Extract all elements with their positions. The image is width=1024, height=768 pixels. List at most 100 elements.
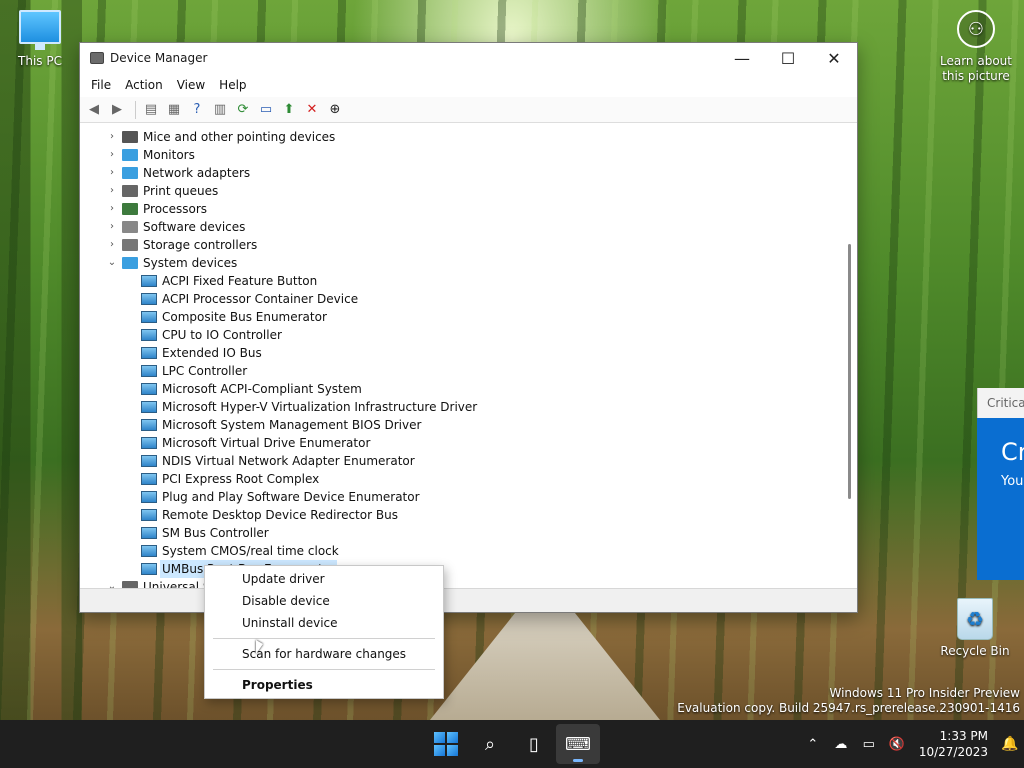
device-category-icon — [122, 221, 138, 233]
chevron-up-icon[interactable]: ⌃ — [799, 737, 827, 752]
tree-device-row[interactable]: LPC Controller — [80, 362, 840, 380]
tree-device-row[interactable]: Remote Desktop Device Redirector Bus — [80, 506, 840, 524]
search-button[interactable]: ⌕ — [468, 724, 512, 764]
tree-device-row[interactable]: NDIS Virtual Network Adapter Enumerator — [80, 452, 840, 470]
system-device-icon — [141, 563, 157, 575]
taskbar-clock[interactable]: 1:33 PM 10/27/2023 — [919, 728, 988, 760]
notification-bell-icon[interactable]: 🔔 — [996, 736, 1024, 752]
tree-category-row[interactable]: › Print queues — [80, 182, 840, 200]
tree-category-row[interactable]: › Software devices — [80, 218, 840, 236]
chevron-right-icon[interactable]: › — [106, 236, 118, 254]
device-manager-window[interactable]: Device Manager — ☐ ✕ File Action View He… — [79, 42, 858, 613]
start-button[interactable] — [424, 724, 468, 764]
toolbar-separator — [135, 100, 136, 119]
volume-icon[interactable]: 🔇 — [883, 737, 911, 752]
tree-device-row[interactable]: Composite Bus Enumerator — [80, 308, 840, 326]
help-icon[interactable]: ? — [187, 100, 207, 120]
menu-uninstall-device[interactable]: Uninstall device — [205, 612, 443, 634]
menu-action[interactable]: Action — [118, 76, 170, 94]
tree-category-row[interactable]: ⌄ System devices — [80, 254, 840, 272]
document-icon: ▯ — [529, 733, 539, 755]
tree-device-row[interactable]: Plug and Play Software Device Enumerator — [80, 488, 840, 506]
device-category-icon — [122, 149, 138, 161]
monitor-icon — [19, 10, 61, 50]
maximize-button[interactable]: ☐ — [765, 43, 811, 73]
tree-device-row[interactable]: UMBus Root Bus Enumerator — [80, 560, 840, 578]
tree-device-row[interactable]: ACPI Fixed Feature Button — [80, 272, 840, 290]
forward-arrow-icon[interactable]: ▶ — [107, 100, 127, 120]
critical-popup-body: Cr You — [977, 418, 1024, 580]
scan-hardware-icon[interactable]: ⟳ — [233, 100, 253, 120]
tree-category-row[interactable]: › Mice and other pointing devices — [80, 128, 840, 146]
menu-file[interactable]: File — [84, 76, 118, 94]
device-tree[interactable]: › Mice and other pointing devices › Monitor… — [80, 124, 857, 589]
system-device-icon — [141, 365, 157, 377]
clock-date: 10/27/2023 — [918, 745, 988, 759]
evaluation-watermark: Windows 11 Pro Insider Preview Evaluatio… — [677, 686, 1020, 716]
cloud-icon[interactable]: ☁ — [827, 737, 855, 752]
menu-disable-device[interactable]: Disable device — [205, 590, 443, 612]
system-device-icon — [141, 293, 157, 305]
learn-about-picture[interactable]: ⚇ Learn about this picture — [936, 10, 1016, 84]
tree-device-row[interactable]: PCI Express Root Complex — [80, 470, 840, 488]
chevron-right-icon[interactable]: › — [106, 128, 118, 146]
menu-help[interactable]: Help — [212, 76, 253, 94]
desktop-icon-recycle-bin[interactable]: ♻ Recycle Bin — [937, 598, 1013, 658]
tree-device-label: Composite Bus Enumerator — [162, 310, 327, 324]
tree-device-row[interactable]: Microsoft Virtual Drive Enumerator — [80, 434, 840, 452]
toolbar: ◀ ▶ ▤ ▦ ? ▥ ⟳ ▭ ⬆ ✕ ⊕ — [80, 97, 857, 123]
critical-popup-header: Critical — [977, 388, 1024, 418]
update-driver-icon[interactable]: ⬆ — [279, 100, 299, 120]
tree-device-label: ACPI Fixed Feature Button — [162, 274, 318, 288]
tree-device-row[interactable]: CPU to IO Controller — [80, 326, 840, 344]
minimize-button[interactable]: — — [719, 43, 765, 73]
critical-popup[interactable]: Critical Cr You — [977, 388, 1024, 580]
chevron-right-icon[interactable]: › — [106, 182, 118, 200]
computer-icon[interactable]: ▭ — [256, 100, 276, 120]
desktop-icon-this-pc[interactable]: This PC — [2, 10, 78, 68]
chevron-right-icon[interactable]: › — [106, 200, 118, 218]
device-manager-icon — [90, 52, 104, 64]
show-hide-console-tree-icon[interactable]: ▤ — [141, 100, 161, 120]
tree-category-label: Mice and other pointing devices — [143, 130, 336, 144]
chevron-right-icon[interactable]: › — [106, 146, 118, 164]
tree-device-label: Extended IO Bus — [162, 346, 262, 360]
notepad-button[interactable]: ▯ — [512, 724, 556, 764]
tree-device-row[interactable]: Microsoft Hyper-V Virtualization Infrast… — [80, 398, 840, 416]
device-manager-taskbar-button[interactable]: ⌨ — [556, 724, 600, 764]
tree-device-label: LPC Controller — [162, 364, 248, 378]
tree-device-row[interactable]: ACPI Processor Container Device — [80, 290, 840, 308]
tree-device-row[interactable]: System CMOS/real time clock — [80, 542, 840, 560]
network-icon[interactable]: ▭ — [855, 737, 883, 752]
chevron-right-icon[interactable]: › — [106, 218, 118, 236]
tree-category-row[interactable]: › Monitors — [80, 146, 840, 164]
tree-device-row[interactable]: SM Bus Controller — [80, 524, 840, 542]
vertical-scrollbar[interactable] — [848, 244, 851, 499]
tree-device-row[interactable]: Extended IO Bus — [80, 344, 840, 362]
title-bar[interactable]: Device Manager — ☐ ✕ — [80, 43, 857, 73]
system-device-icon — [141, 437, 157, 449]
menu-view[interactable]: View — [170, 76, 212, 94]
tree-device-row[interactable]: Microsoft System Management BIOS Driver — [80, 416, 840, 434]
action-pane-icon[interactable]: ▥ — [210, 100, 230, 120]
tree-category-label: Print queues — [143, 184, 219, 198]
tree-device-label: Remote Desktop Device Redirector Bus — [162, 508, 398, 522]
close-button[interactable]: ✕ — [811, 43, 857, 73]
menu-properties[interactable]: Properties — [205, 674, 443, 696]
tree-category-label: Storage controllers — [143, 238, 258, 252]
tree-category-row[interactable]: › Processors — [80, 200, 840, 218]
tree-device-label: Microsoft ACPI-Compliant System — [162, 382, 362, 396]
tree-device-row[interactable]: Microsoft ACPI-Compliant System — [80, 380, 840, 398]
menu-update-driver[interactable]: Update driver — [205, 568, 443, 590]
tree-category-row[interactable]: › Storage controllers — [80, 236, 840, 254]
system-device-icon — [141, 509, 157, 521]
system-device-icon — [141, 329, 157, 341]
properties-icon[interactable]: ▦ — [164, 100, 184, 120]
chevron-right-icon[interactable]: › — [106, 164, 118, 182]
uninstall-device-icon[interactable]: ✕ — [302, 100, 322, 120]
chevron-down-icon[interactable]: ⌄ — [106, 254, 118, 272]
back-arrow-icon[interactable]: ◀ — [84, 100, 104, 120]
tree-category-row[interactable]: › Network adapters — [80, 164, 840, 182]
menu-scan-hardware[interactable]: Scan for hardware changes — [205, 643, 443, 665]
enable-device-icon[interactable]: ⊕ — [325, 100, 345, 120]
